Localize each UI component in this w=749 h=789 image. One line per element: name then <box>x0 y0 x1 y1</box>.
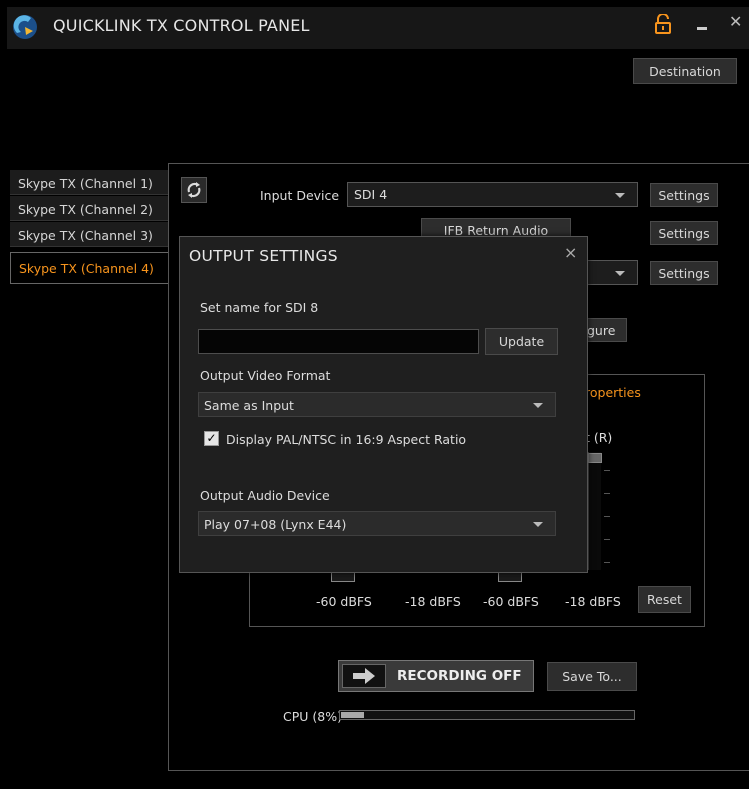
audio-device-select[interactable]: Play 07+08 (Lynx E44) <box>198 511 556 536</box>
properties-heading: roperties <box>585 385 641 400</box>
update-button[interactable]: Update <box>485 328 558 355</box>
right-channel-label: t (R) <box>585 430 613 445</box>
dbfs-label-2: -18 dBFS <box>405 594 461 609</box>
video-format-label: Output Video Format <box>200 368 331 383</box>
quicklink-logo-icon <box>13 15 37 39</box>
aspect-ratio-label: Display PAL/NTSC in 16:9 Aspect Ratio <box>226 432 467 447</box>
input-device-label: Input Device <box>260 188 340 203</box>
input-device-select[interactable]: SDI 4 <box>347 182 638 207</box>
app-title: QUICKLINK TX CONTROL PANEL <box>53 16 310 35</box>
recording-status: RECORDING OFF <box>397 668 522 684</box>
cpu-label: CPU (8%) <box>283 709 342 724</box>
ifb-return-audio-button[interactable]: IFB Return Audio <box>421 218 571 238</box>
video-format-select[interactable]: Same as Input <box>198 392 556 417</box>
chevron-down-icon <box>615 271 625 276</box>
reset-button[interactable]: Reset <box>638 586 691 613</box>
sidebar-item-channel-4[interactable]: Skype TX (Channel 4) <box>10 252 168 284</box>
arrow-right-icon <box>342 664 386 688</box>
save-to-button[interactable]: Save To... <box>547 662 637 691</box>
dbfs-label-4: -18 dBFS <box>565 594 621 609</box>
audio-device-label: Output Audio Device <box>200 488 330 503</box>
fader-handle[interactable] <box>588 453 602 463</box>
destination-button[interactable]: Destination <box>633 58 737 84</box>
chevron-down-icon <box>533 522 543 527</box>
sidebar-item-channel-2[interactable]: Skype TX (Channel 2) <box>10 196 168 221</box>
set-name-label: Set name for SDI 8 <box>200 300 319 315</box>
aspect-ratio-checkbox[interactable]: ✓ <box>204 431 219 446</box>
output-settings-dialog: OUTPUT SETTINGS × Set name for SDI 8 Upd… <box>179 236 588 573</box>
ifb-settings-button[interactable]: Settings <box>650 221 718 245</box>
chevron-down-icon <box>533 403 543 408</box>
output-device-select[interactable] <box>585 260 638 285</box>
audio-device-value: Play 07+08 (Lynx E44) <box>204 517 347 532</box>
close-icon[interactable]: × <box>564 243 577 262</box>
chevron-down-icon <box>615 193 625 198</box>
dialog-title: OUTPUT SETTINGS <box>189 247 338 265</box>
input-device-value: SDI 4 <box>354 187 388 202</box>
unlock-icon[interactable] <box>654 14 672 34</box>
dbfs-label-3: -60 dBFS <box>483 594 539 609</box>
close-window-button[interactable]: ✕ <box>729 12 742 31</box>
input-settings-button[interactable]: Settings <box>650 183 718 207</box>
sdi-name-input[interactable] <box>198 329 479 354</box>
sidebar-item-channel-3[interactable]: Skype TX (Channel 3) <box>10 222 168 247</box>
sidebar-item-channel-1[interactable]: Skype TX (Channel 1) <box>10 170 168 195</box>
refresh-icon[interactable] <box>181 177 207 203</box>
minimize-button[interactable] <box>697 27 707 30</box>
video-format-value: Same as Input <box>204 398 294 413</box>
cpu-usage-bar <box>339 710 635 720</box>
dbfs-label-1: -60 dBFS <box>316 594 372 609</box>
fader-track <box>588 452 601 570</box>
recording-toggle-button[interactable]: RECORDING OFF <box>338 660 534 692</box>
output-settings-button[interactable]: Settings <box>650 261 718 285</box>
cpu-usage-fill <box>341 712 364 718</box>
